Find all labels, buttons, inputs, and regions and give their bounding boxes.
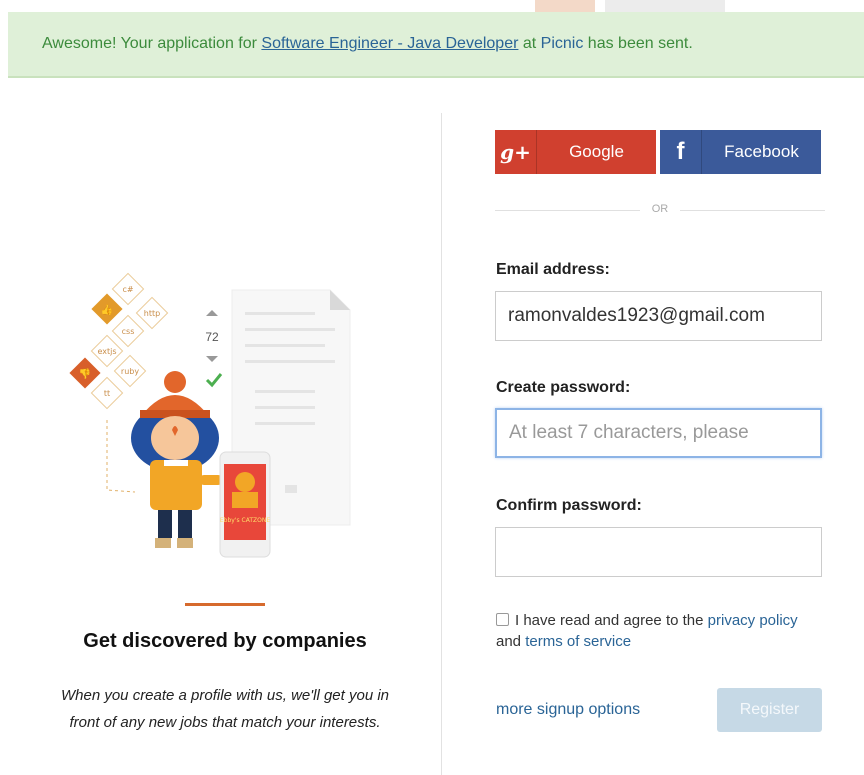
google-signup-button[interactable]: g+ Google — [495, 130, 656, 174]
email-label: Email address: — [496, 261, 610, 278]
tag-text: extjs — [97, 347, 116, 356]
banner-suffix: has been sent. — [583, 35, 693, 52]
job-link[interactable]: Software Engineer - Java Developer — [261, 35, 518, 52]
phone-screen: Ebby's CATZONE — [219, 451, 271, 558]
dashed-connector — [106, 420, 136, 493]
downvote-arrow-icon — [206, 356, 218, 362]
success-banner: Awesome! Your application for Software E… — [8, 12, 864, 78]
tag-text: tt — [104, 389, 110, 398]
profile-illustration: c# http css extjs ruby tt 👍 👎 72 Ebby's … — [69, 272, 351, 558]
top-tab — [535, 0, 595, 12]
phone-title: Ebby's CATZONE — [220, 517, 270, 524]
password-label: Create password: — [496, 379, 631, 396]
tag-text: c# — [122, 285, 133, 294]
facebook-signup-button[interactable]: f Facebook — [660, 130, 821, 174]
or-separator: OR — [495, 202, 825, 218]
column-divider — [441, 113, 442, 775]
agree-middle: and — [496, 633, 526, 650]
banner-prefix: Awesome! Your application for — [42, 35, 262, 52]
confirm-password-label: Confirm password: — [496, 497, 642, 514]
banner-middle: at — [518, 35, 541, 52]
company-link[interactable]: Picnic — [541, 35, 584, 52]
google-label: Google — [569, 142, 624, 161]
agree-checkbox[interactable] — [496, 613, 509, 626]
thumbs-down-icon: 👎 — [69, 357, 101, 389]
tag-http-diamond: http — [135, 296, 169, 330]
terms-agreement: I have read and agree to the privacy pol… — [496, 610, 816, 652]
browser-top-strip — [0, 0, 864, 12]
thumbs-up-icon: 👍 — [91, 293, 123, 325]
facebook-icon: f — [660, 130, 702, 174]
left-title: Get discovered by companies — [83, 630, 367, 652]
separator-line — [680, 210, 825, 211]
upvote-arrow-icon — [206, 310, 218, 316]
tag-ruby-diamond: ruby — [113, 354, 147, 388]
svg-text:👍: 👍 — [101, 303, 113, 316]
tag-cs-diamond: c# — [111, 272, 145, 306]
tag-text: http — [144, 309, 160, 318]
svg-text:👎: 👎 — [79, 368, 91, 380]
tag-text: css — [122, 327, 135, 336]
register-button[interactable]: Register — [717, 688, 822, 732]
tag-text: ruby — [121, 367, 139, 376]
email-field[interactable] — [495, 291, 822, 341]
more-signup-options-link[interactable]: more signup options — [496, 701, 640, 719]
or-text: OR — [651, 203, 669, 215]
password-field[interactable] — [495, 408, 822, 458]
top-tab — [605, 0, 725, 12]
vote-count: 72 — [205, 330, 219, 344]
privacy-policy-link[interactable]: privacy policy — [708, 612, 798, 629]
tag-extjs-diamond: extjs — [90, 334, 124, 368]
left-description: When you create a profile with us, we'll… — [60, 687, 390, 731]
tag-tt-diamond: tt — [90, 376, 124, 410]
confirm-password-field[interactable] — [495, 527, 822, 577]
checkmark-icon — [205, 373, 223, 388]
accent-divider — [185, 603, 265, 606]
facebook-label: Facebook — [724, 142, 799, 161]
google-plus-icon: g+ — [495, 130, 537, 174]
person-figure — [131, 371, 222, 548]
agree-prefix: I have read and agree to the — [515, 612, 708, 629]
separator-line — [495, 210, 640, 211]
terms-of-service-link[interactable]: terms of service — [525, 633, 631, 650]
tag-css-diamond: css — [111, 314, 145, 348]
